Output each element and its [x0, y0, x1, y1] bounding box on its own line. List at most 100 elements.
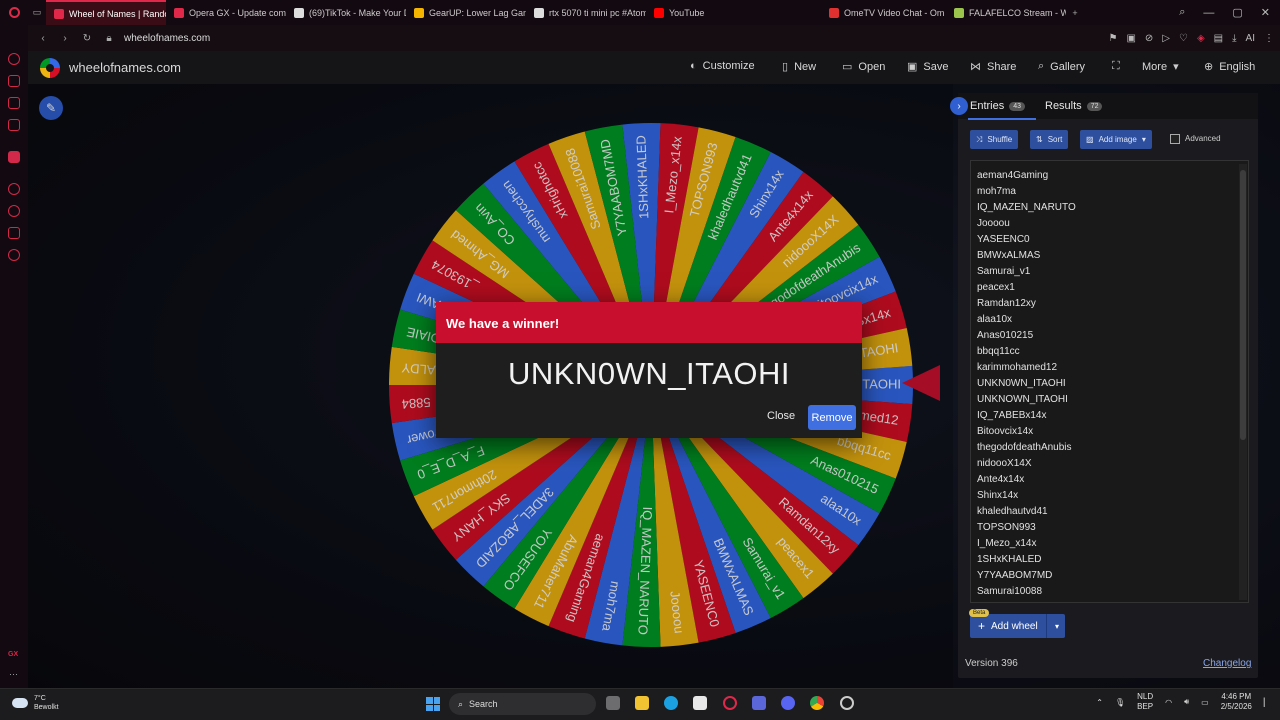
opera-gx-taskbar-icon[interactable]: [723, 696, 737, 710]
list-item[interactable]: aeman4Gaming: [971, 168, 1248, 184]
store-icon[interactable]: [693, 696, 707, 710]
browser-tab[interactable]: GearUP: Lower Lag Game: [406, 0, 526, 25]
forward-icon[interactable]: ›: [58, 33, 72, 44]
wifi-icon[interactable]: ◠: [1165, 698, 1172, 707]
add-image-button[interactable]: ▨ Add image ▾: [1080, 130, 1152, 149]
list-item[interactable]: UNKNOWN_ITAOHI: [971, 392, 1248, 408]
browser-tab[interactable]: Wheel of Names | Random: [46, 0, 166, 25]
list-item[interactable]: thegodofdeathAnubis: [971, 440, 1248, 456]
list-item[interactable]: IQ_7ABEBx14x: [971, 408, 1248, 424]
sidebar-more-icon[interactable]: ···: [9, 669, 18, 679]
tab-menu-icon[interactable]: ▭: [28, 7, 46, 18]
list-item[interactable]: karimmohamed12: [971, 360, 1248, 376]
advanced-checkbox[interactable]: [1170, 134, 1180, 144]
fullscreen-button[interactable]: ⛶: [1112, 60, 1120, 73]
gx-profile-icon[interactable]: ◈: [1197, 33, 1205, 44]
gallery-button[interactable]: ⌕ Gallery: [1038, 60, 1085, 73]
list-item[interactable]: Bitoovcix14x: [971, 424, 1248, 440]
download-icon[interactable]: ⤓: [1232, 33, 1236, 44]
language-button[interactable]: ⊕ English: [1204, 60, 1255, 74]
settings-icon[interactable]: [8, 249, 20, 261]
twitch-icon[interactable]: [8, 151, 20, 163]
tab-entries[interactable]: Entries 43: [970, 100, 1026, 112]
site-name[interactable]: wheelofnames.com: [69, 60, 181, 75]
list-item[interactable]: Y7YAABOM7MD: [971, 568, 1248, 584]
bag-icon[interactable]: [8, 75, 20, 87]
discord-icon[interactable]: [781, 696, 795, 710]
opera-logo-icon[interactable]: [0, 7, 28, 18]
steam-icon[interactable]: [840, 696, 854, 710]
tab-results[interactable]: Results 72: [1045, 100, 1103, 112]
file-explorer-icon[interactable]: [635, 696, 649, 710]
messenger-icon[interactable]: [8, 97, 20, 109]
menu-dots-icon[interactable]: ⋮: [1264, 33, 1274, 44]
list-item[interactable]: bbqq11cc: [971, 344, 1248, 360]
scrollbar-thumb[interactable]: [1240, 170, 1246, 440]
wallet-icon[interactable]: ▤: [1214, 33, 1223, 44]
list-item[interactable]: khaledhautvd41: [971, 504, 1248, 520]
shuffle-button[interactable]: ⤨ Shuffle: [970, 130, 1019, 149]
gx-control-icon[interactable]: [8, 53, 20, 65]
windows-start-icon[interactable]: [426, 697, 440, 711]
add-wheel-button[interactable]: + Add wheel ▾: [970, 614, 1065, 638]
back-icon[interactable]: ‹: [36, 33, 50, 44]
sort-button[interactable]: ⇅ Sort: [1030, 130, 1069, 149]
list-item[interactable]: UNKN0WN_ITAOHI: [971, 376, 1248, 392]
list-item[interactable]: moh7ma: [971, 184, 1248, 200]
taskbar-search[interactable]: ⌕ Search: [449, 693, 596, 715]
ai-label[interactable]: AI: [1246, 33, 1255, 44]
close-button[interactable]: Close: [767, 410, 795, 422]
open-button[interactable]: ▭ Open: [842, 60, 885, 74]
entries-scrollbar[interactable]: [1239, 164, 1247, 600]
reload-icon[interactable]: ↻: [80, 33, 94, 44]
list-item[interactable]: TOPSON993: [971, 520, 1248, 536]
list-item[interactable]: IQ_MAZEN_NARUTO: [971, 200, 1248, 216]
close-window-icon[interactable]: ✕: [1261, 6, 1270, 19]
capture-icon[interactable]: ▣: [1126, 33, 1135, 44]
new-button[interactable]: ▯ New: [782, 60, 816, 74]
clock[interactable]: 4:46 PM 2/5/2026: [1221, 692, 1252, 712]
list-item[interactable]: Ante4x14x: [971, 472, 1248, 488]
edge-icon[interactable]: [664, 696, 678, 710]
chrome-icon[interactable]: [810, 696, 824, 710]
heart-icon[interactable]: ♡: [1179, 33, 1188, 44]
browser-tab[interactable]: OmeTV Video Chat - Om: [821, 0, 946, 25]
maximize-icon[interactable]: ▢: [1232, 6, 1242, 19]
bookmark-icon[interactable]: ⚑: [1108, 33, 1117, 44]
language-indicator[interactable]: NLD BEP: [1137, 692, 1153, 712]
save-button[interactable]: ▣ Save: [907, 60, 948, 74]
list-item[interactable]: Samurai_v1: [971, 264, 1248, 280]
weather-widget[interactable]: 7°C Bewolkt: [12, 694, 59, 712]
list-item[interactable]: peacex1: [971, 280, 1248, 296]
list-item[interactable]: nidoooX14X: [971, 456, 1248, 472]
customize-button[interactable]: ◐ Customize: [690, 60, 755, 72]
list-item[interactable]: Ramdan12xy: [971, 296, 1248, 312]
new-tab-button[interactable]: +: [1066, 8, 1084, 18]
wheel-logo-icon[interactable]: [40, 58, 60, 78]
chevron-up-icon[interactable]: ⌃: [1096, 698, 1103, 707]
list-item[interactable]: YASEENC0: [971, 232, 1248, 248]
chat-icon[interactable]: [8, 227, 20, 239]
url-field[interactable]: wheelofnames.com: [124, 33, 210, 44]
browser-tab[interactable]: YouTube: [646, 0, 766, 25]
list-item[interactable]: I_Mezo_x14x: [971, 536, 1248, 552]
list-item[interactable]: Anas010215: [971, 328, 1248, 344]
search-tabs-icon[interactable]: ⌕: [1179, 6, 1185, 19]
instagram-icon[interactable]: [8, 119, 20, 131]
list-item[interactable]: 1SHxKHALED: [971, 552, 1248, 568]
battery-icon[interactable]: ▭: [1201, 698, 1209, 707]
list-item[interactable]: Samurai10088: [971, 584, 1248, 600]
browser-tab[interactable]: rtx 5070 ti mini pc #Atomh: [526, 0, 646, 25]
microphone-icon[interactable]: 🎙︎: [1115, 698, 1125, 707]
player-icon[interactable]: [8, 183, 20, 195]
list-item[interactable]: alaa10x: [971, 312, 1248, 328]
collapse-panel-icon[interactable]: ›: [950, 97, 968, 115]
browser-tab[interactable]: Opera GX - Update compl: [166, 0, 286, 25]
share-button[interactable]: ⋈ Share: [970, 60, 1016, 74]
changelog-link[interactable]: Changelog: [1203, 658, 1251, 669]
browser-tab[interactable]: FALAFELCO Stream - Wat: [946, 0, 1066, 25]
app-icon[interactable]: [752, 696, 766, 710]
chevron-down-icon[interactable]: ▾: [1055, 622, 1059, 631]
list-item[interactable]: BMWxALMAS: [971, 248, 1248, 264]
more-button[interactable]: More ▾: [1142, 60, 1179, 74]
